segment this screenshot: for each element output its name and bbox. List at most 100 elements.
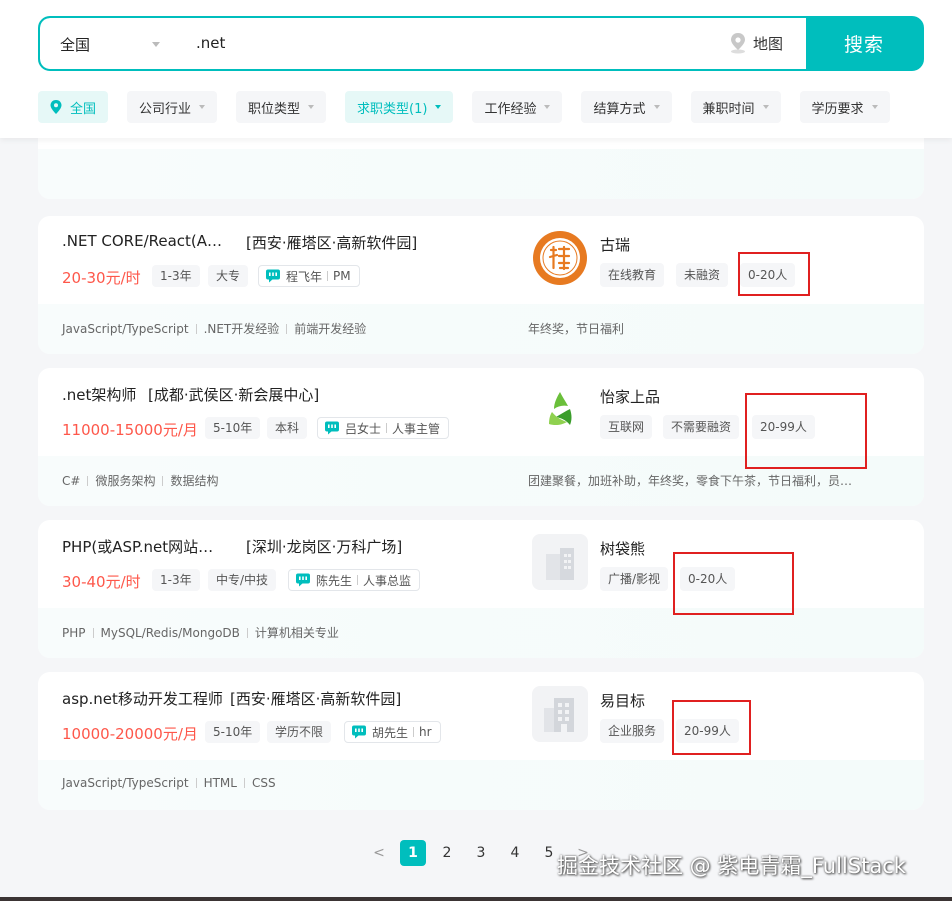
company-name[interactable]: 怡家上品 (600, 386, 660, 407)
filter-label: 全国 (70, 101, 97, 117)
company-industry: 在线教育 (600, 263, 665, 287)
map-label: 地图 (753, 34, 784, 53)
highlight-box (738, 252, 810, 296)
caret-down-icon (544, 105, 551, 109)
highlight-box (745, 393, 867, 469)
boss-info[interactable]: 胡先生 hr (344, 721, 441, 743)
pagination-page[interactable]: 4 (502, 840, 528, 866)
welfare-text: 年终奖，节日福利 (528, 322, 625, 336)
caret-down-icon (435, 105, 442, 109)
divider (162, 475, 164, 486)
job-title[interactable]: asp.net移动开发工程师 (62, 688, 223, 709)
job-tag-experience: 5-10年 (205, 721, 261, 743)
company-logo-placeholder[interactable] (532, 534, 588, 590)
company-funding: 不需要融资 (663, 415, 740, 439)
filter-label: 兼职时间 (702, 101, 755, 117)
skill-tag: 前端开发经验 (294, 322, 367, 336)
job-tag-experience: 1-3年 (152, 569, 200, 591)
filter-part-time-hours[interactable]: 兼职时间 (690, 91, 781, 123)
job-title[interactable]: PHP(或ASP.net网站… (62, 536, 213, 557)
pagination-page[interactable]: 2 (434, 840, 460, 866)
company-logo-placeholder[interactable] (532, 686, 588, 742)
divider (286, 323, 288, 334)
filter-job-seeking-type[interactable]: 求职类型(1) (345, 91, 454, 123)
divider (243, 778, 245, 788)
skill-tag: 微服务架构 (95, 474, 156, 488)
boss-title: 人事主管 (392, 421, 441, 436)
filter-bar: 全国 公司行业 职位类型 求职类型(1) 工作经验 结算方式 兼职时间 学历要求 (38, 91, 890, 123)
filter-education[interactable]: 学历要求 (799, 91, 890, 123)
location-pin-icon (731, 33, 745, 54)
pagination-page[interactable]: 1 (400, 840, 426, 866)
caret-down-icon (653, 105, 660, 109)
divider (87, 475, 89, 486)
boss-title: PM (333, 269, 351, 283)
skill-tags: JavaScript/TypeScript .NET开发经验 前端开发经验 (62, 320, 366, 337)
filter-label: 学历要求 (811, 101, 864, 117)
skill-tags: C# 微服务架构 数据结构 (62, 472, 218, 489)
boss-title: hr (419, 725, 432, 739)
search-bar: 全国 .net 地图 搜索 (38, 16, 924, 71)
caret-down-icon[interactable] (152, 42, 160, 47)
company-logo[interactable] (532, 382, 588, 438)
boss-name: 吕女士 (345, 421, 382, 436)
highlight-box (673, 552, 794, 615)
location-pin-icon (50, 100, 62, 114)
divider (195, 778, 197, 788)
pagination-page[interactable]: 3 (468, 840, 494, 866)
job-card-previous[interactable] (38, 128, 924, 199)
company-name[interactable]: 古瑞 (600, 234, 630, 255)
company-name[interactable]: 树袋熊 (600, 538, 645, 559)
job-tag-education: 本科 (267, 417, 308, 439)
filter-industry[interactable]: 公司行业 (127, 91, 218, 123)
company-industry: 企业服务 (600, 719, 665, 743)
highlight-box (672, 700, 751, 755)
job-title[interactable]: .net架构师 (62, 384, 136, 405)
job-title[interactable]: .NET CORE/React(A… (62, 232, 222, 250)
company-logo[interactable] (532, 230, 588, 286)
boss-info[interactable]: 陈先生 人事总监 (288, 569, 421, 591)
filter-settlement[interactable]: 结算方式 (581, 91, 672, 123)
job-area: [西安·雁塔区·高新软件园] (246, 234, 418, 252)
filter-position-type[interactable]: 职位类型 (236, 91, 327, 123)
job-card-main: asp.net移动开发工程师 [西安·雁塔区·高新软件园] 10000-2000… (38, 672, 924, 760)
search-button[interactable]: 搜索 (806, 18, 922, 69)
company-name[interactable]: 易目标 (600, 690, 645, 711)
filter-city[interactable]: 全国 (38, 91, 109, 123)
divider (327, 271, 329, 281)
city-select[interactable]: 全国 (60, 34, 90, 55)
boss-info[interactable]: 程飞年 PM (258, 265, 360, 287)
skill-tag: JavaScript/TypeScript (62, 776, 189, 790)
boss-info[interactable]: 吕女士 人事主管 (317, 417, 450, 439)
skill-tag: CSS (251, 776, 276, 790)
skill-tag: 计算机相关专业 (254, 626, 339, 640)
search-input-area: 全国 .net 地图 (40, 18, 806, 69)
skill-tag: C# (62, 473, 81, 488)
skill-tag: MySQL/Redis/MongoDB (100, 625, 240, 640)
caret-down-icon (871, 105, 878, 109)
chat-icon (266, 269, 280, 283)
job-card-footer: JavaScript/TypeScript .NET开发经验 前端开发经验 年终… (38, 304, 924, 354)
divider (195, 323, 197, 334)
skill-tag: .NET开发经验 (203, 322, 280, 336)
caret-down-icon (199, 105, 206, 109)
filter-experience[interactable]: 工作经验 (472, 91, 563, 123)
filter-label: 结算方式 (593, 101, 646, 117)
chat-icon (325, 421, 339, 435)
job-area: [成都·武侯区·新会展中心] (148, 386, 320, 404)
header: 全国 .net 地图 搜索 全国 公司行业 职位类型 求职类型(1) 工作经验 … (0, 0, 952, 138)
pagination-prev[interactable]: < (366, 840, 392, 866)
job-card-footer: JavaScript/TypeScript HTML CSS (38, 760, 924, 810)
filter-label: 求职类型(1) (357, 101, 428, 117)
divider (92, 627, 94, 638)
search-input[interactable]: .net (196, 34, 225, 52)
map-button[interactable]: 地图 (728, 32, 783, 54)
job-card[interactable]: asp.net移动开发工程师 [西安·雁塔区·高新软件园] 10000-2000… (38, 672, 924, 810)
company-funding: 未融资 (676, 263, 729, 287)
job-card-footer (38, 149, 924, 199)
job-tag-education: 学历不限 (267, 721, 332, 743)
skill-tags: PHP MySQL/Redis/MongoDB 计算机相关专业 (62, 624, 339, 641)
skill-tag: 数据结构 (170, 474, 219, 488)
watermark: 掘金技术社区 @ 紫电青霜_FullStack (557, 854, 906, 878)
job-tag-education: 中专/中技 (208, 569, 277, 591)
